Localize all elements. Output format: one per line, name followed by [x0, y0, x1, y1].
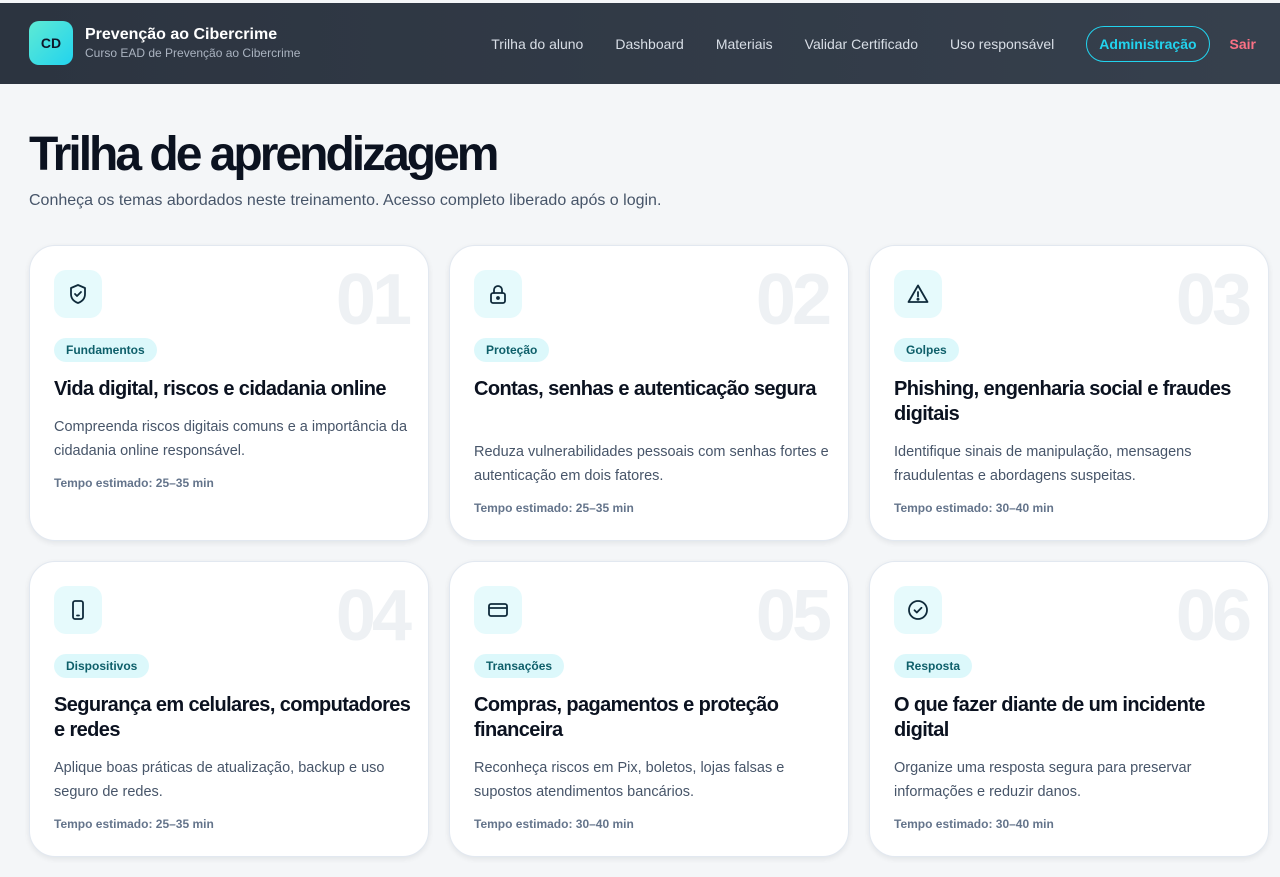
lock-icon	[474, 270, 522, 318]
module-description: Aplique boas práticas de atualização, ba…	[54, 760, 385, 800]
module-time: Tempo estimado: 30–40 min	[894, 501, 1054, 515]
module-tag: Transações	[474, 654, 565, 678]
warning-triangle-icon	[894, 270, 942, 318]
module-description: Compreenda riscos digitais comuns e a im…	[54, 419, 408, 459]
module-number: 03	[1175, 260, 1252, 340]
page-title: Trilha de aprendizagem	[29, 128, 499, 181]
brand[interactable]: CD Prevenção ao Cibercrime Curso EAD de …	[29, 21, 300, 65]
module-tag: Dispositivos	[54, 654, 150, 678]
module-title: Vida digital, riscos e cidadania online	[54, 378, 387, 400]
module-description: Reconheça riscos em Pix, boletos, lojas …	[474, 760, 785, 800]
module-title: O que fazer diante de um incidente digit…	[894, 694, 1205, 741]
module-title: Segurança em celulares, computadores e r…	[54, 694, 411, 741]
module-card-05[interactable]: 05 Transações Compras, pagamentos e prot…	[449, 561, 849, 857]
module-card-06[interactable]: 06 Resposta O que fazer diante de um inc…	[869, 561, 1269, 857]
module-number: 06	[1175, 576, 1252, 656]
main-nav: Trilha do aluno Dashboard Materiais Vali…	[491, 3, 1280, 84]
module-tag: Fundamentos	[54, 338, 157, 362]
brand-text: Prevenção ao Cibercrime Curso EAD de Pre…	[85, 26, 300, 61]
module-number: 02	[755, 260, 832, 340]
module-card-03[interactable]: 03 Golpes Phishing, engenharia social e …	[869, 245, 1269, 541]
nav-link-trilha[interactable]: Trilha do aluno	[491, 36, 583, 52]
module-time: Tempo estimado: 25–35 min	[474, 501, 634, 515]
check-circle-icon	[894, 586, 942, 634]
module-number: 04	[335, 576, 412, 656]
module-description: Organize uma resposta segura para preser…	[894, 760, 1192, 800]
nav-link-materiais[interactable]: Materiais	[716, 36, 773, 52]
module-time: Tempo estimado: 30–40 min	[894, 817, 1054, 831]
module-card-01[interactable]: 01 Fundamentos Vida digital, riscos e ci…	[29, 245, 429, 541]
module-time: Tempo estimado: 30–40 min	[474, 817, 634, 831]
module-card-02[interactable]: 02 Proteção Contas, senhas e autenticaçã…	[449, 245, 849, 541]
module-description: Identifique sinais de manipulação, mensa…	[894, 444, 1192, 484]
module-number: 05	[755, 576, 832, 656]
admin-button[interactable]: Administração	[1086, 25, 1210, 62]
module-title: Compras, pagamentos e proteção financeir…	[474, 694, 779, 741]
nav-link-validar-certificado[interactable]: Validar Certificado	[805, 36, 918, 52]
module-title: Phishing, engenharia social e fraudes di…	[894, 378, 1231, 425]
nav-link-uso-responsavel[interactable]: Uso responsável	[950, 36, 1054, 52]
logo: CD	[29, 21, 73, 65]
module-tag: Proteção	[474, 338, 550, 362]
module-number: 01	[335, 260, 412, 340]
module-tag: Resposta	[894, 654, 973, 678]
module-description: Reduza vulnerabilidades pessoais com sen…	[474, 444, 829, 484]
credit-card-icon	[474, 586, 522, 634]
module-tag: Golpes	[894, 338, 959, 362]
module-card-04[interactable]: 04 Dispositivos Segurança em celulares, …	[29, 561, 429, 857]
shield-check-icon	[54, 270, 102, 318]
module-time: Tempo estimado: 25–35 min	[54, 476, 214, 490]
logout-link[interactable]: Sair	[1230, 36, 1256, 52]
brand-subtitle: Curso EAD de Prevenção ao Cibercrime	[85, 45, 301, 60]
brand-title: Prevenção ao Cibercrime	[85, 25, 278, 43]
page-subtitle: Conheça os temas abordados neste treinam…	[29, 192, 662, 209]
module-title: Contas, senhas e autenticação segura	[474, 378, 816, 400]
nav-link-dashboard[interactable]: Dashboard	[615, 36, 684, 52]
top-navigation-bar: CD Prevenção ao Cibercrime Curso EAD de …	[0, 3, 1280, 84]
module-time: Tempo estimado: 25–35 min	[54, 817, 214, 831]
smartphone-icon	[54, 586, 102, 634]
